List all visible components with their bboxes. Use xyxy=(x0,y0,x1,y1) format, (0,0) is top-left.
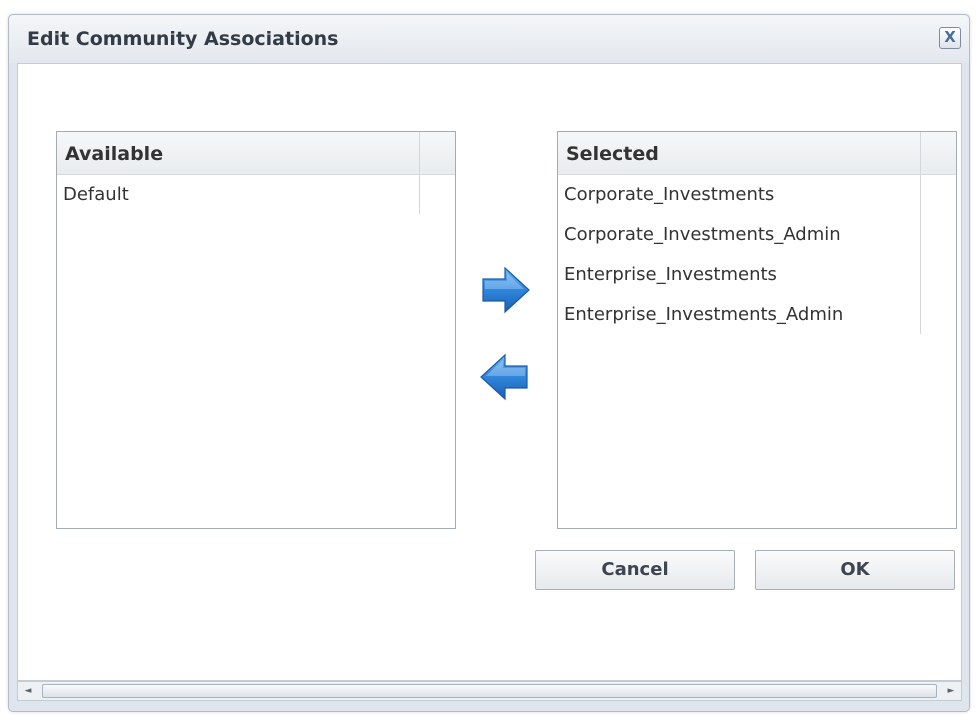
selected-header-label: Selected xyxy=(566,143,659,165)
list-item[interactable]: Default xyxy=(57,175,415,215)
selected-list[interactable]: Selected Corporate_Investments Corporate… xyxy=(557,131,957,529)
horizontal-scrollbar[interactable]: ◄ ► xyxy=(17,681,962,701)
available-rows: Default xyxy=(57,175,455,215)
available-header-label: Available xyxy=(65,143,164,165)
scroll-left-icon[interactable]: ◄ xyxy=(18,682,38,700)
close-button[interactable]: X xyxy=(939,27,961,49)
cancel-button[interactable]: Cancel xyxy=(535,550,735,590)
list-item[interactable]: Corporate_Investments xyxy=(558,175,916,215)
dialog-body: Available Default Selected Corporate_Inv… xyxy=(17,63,962,681)
edit-community-associations-dialog: Edit Community Associations X Available … xyxy=(8,14,970,712)
dialog-title: Edit Community Associations xyxy=(27,28,339,50)
list-item[interactable]: Enterprise_Investments_Admin xyxy=(558,295,916,335)
scroll-right-icon[interactable]: ► xyxy=(941,682,961,700)
ok-button[interactable]: OK xyxy=(755,550,955,590)
arrow-right-icon xyxy=(482,266,530,314)
dialog-titlebar: Edit Community Associations X xyxy=(9,15,969,63)
available-list[interactable]: Available Default xyxy=(56,131,456,529)
selected-rows: Corporate_Investments Corporate_Investme… xyxy=(558,175,956,335)
available-list-header: Available xyxy=(57,132,455,175)
list-item[interactable]: Enterprise_Investments xyxy=(558,255,916,295)
remove-from-selected-button[interactable] xyxy=(477,351,533,403)
add-to-selected-button[interactable] xyxy=(477,264,533,316)
scrollbar-thumb[interactable] xyxy=(42,684,937,698)
selected-list-header: Selected xyxy=(558,132,956,175)
arrow-left-icon xyxy=(480,353,528,401)
list-item[interactable]: Corporate_Investments_Admin xyxy=(558,215,916,255)
